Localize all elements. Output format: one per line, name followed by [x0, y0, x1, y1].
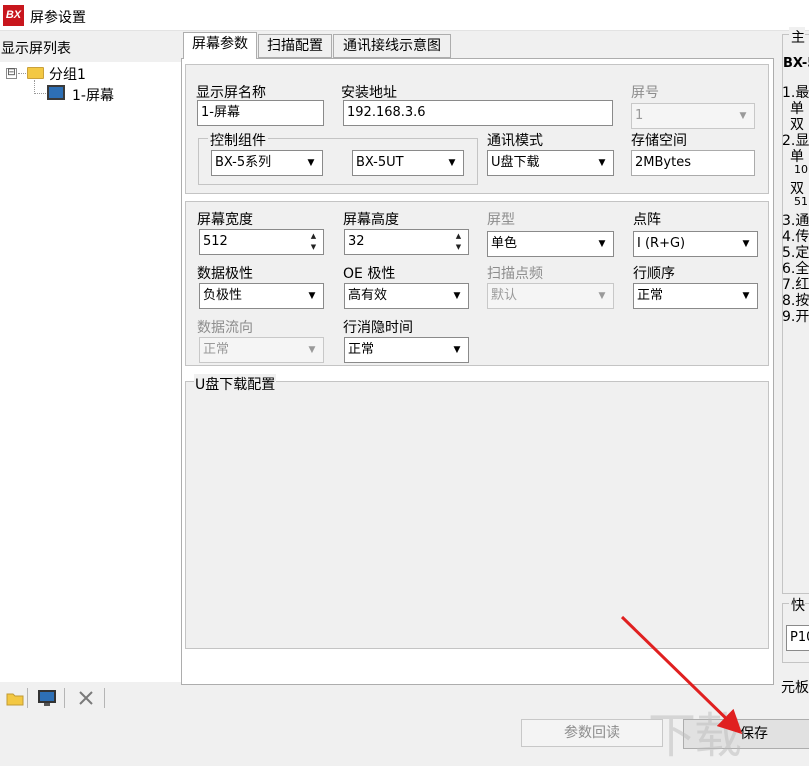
blank-time-select[interactable]: 正常 ▼ [344, 337, 469, 363]
tab-wiring-diagram[interactable]: 通讯接线示意图 [333, 34, 451, 58]
controller-model-value: BX-5UT [356, 155, 404, 170]
tree-collapse-toggle[interactable]: ⊟ [6, 68, 17, 79]
scan-frequency-select: 默认 ▼ [487, 283, 614, 309]
oe-polarity-label: OE 极性 [343, 266, 396, 282]
screen-tree[interactable]: ⊟ 分组1 1-屏幕 [0, 62, 181, 682]
data-flow-label: 数据流向 [197, 320, 253, 336]
info-line: 51 [794, 195, 808, 208]
tree-screen-label[interactable]: 1-屏幕 [72, 85, 114, 105]
window-title: 屏参设置 [30, 10, 86, 26]
chevron-down-icon: ▼ [739, 111, 747, 121]
info-panel-title: 主 [789, 27, 805, 47]
chevron-down-icon: ▼ [453, 345, 461, 355]
blank-time-value: 正常 [348, 342, 375, 357]
screen-width-label: 屏幕宽度 [197, 212, 253, 228]
screen-height-label: 屏幕高度 [343, 212, 399, 228]
control-group-label: 控制组件 [208, 130, 268, 150]
data-flow-value: 正常 [203, 342, 230, 357]
screen-list-title: 显示屏列表 [1, 41, 71, 57]
data-flow-select: 正常 ▼ [199, 337, 324, 363]
storage-value: 2MBytes [631, 150, 755, 176]
tab-content-panel: 显示屏名称 1-屏幕 安装地址 192.168.3.6 屏号 1 ▼ 控制组件 … [181, 58, 774, 685]
dot-matrix-label: 点阵 [633, 212, 661, 228]
watermark-text: 下载 [648, 708, 742, 764]
screen-number-label: 屏号 [631, 85, 659, 101]
screen-number-select: 1 ▼ [631, 103, 755, 129]
spin-arrows-icon[interactable]: ▲ ▼ [450, 231, 467, 253]
quick-setting-title: 快 [789, 595, 805, 615]
chevron-down-icon: ▼ [742, 291, 750, 301]
screen-width-stepper[interactable]: 512 ▲ ▼ [199, 229, 324, 255]
data-polarity-select[interactable]: 负极性 ▼ [199, 283, 324, 309]
screen-width-value: 512 [203, 234, 228, 249]
info-line: 9.开 [782, 309, 809, 325]
info-line: 10 [794, 163, 808, 176]
comm-mode-value: U盘下载 [491, 155, 540, 170]
install-address-label: 安装地址 [341, 85, 397, 101]
blank-time-label: 行消隐时间 [343, 320, 413, 336]
chevron-down-icon: ▼ [453, 291, 461, 301]
chevron-down-icon: ▼ [308, 345, 316, 355]
oe-polarity-value: 高有效 [348, 288, 388, 303]
screen-type-select[interactable]: 单色 ▼ [487, 231, 614, 257]
screen-number-value: 1 [635, 108, 644, 123]
row-order-label: 行顺序 [633, 266, 675, 282]
info-bx-heading: BX-5 [783, 56, 809, 71]
chevron-down-icon: ▼ [448, 158, 456, 168]
screen-height-value: 32 [348, 234, 365, 249]
read-params-button: 参数回读 [521, 719, 663, 747]
oe-polarity-select[interactable]: 高有效 ▼ [344, 283, 469, 309]
chevron-down-icon: ▼ [742, 239, 750, 249]
scan-frequency-value: 默认 [491, 288, 518, 303]
dot-matrix-value: I (R+G) [637, 236, 686, 251]
monitor-icon [47, 85, 65, 100]
comm-mode-select[interactable]: U盘下载 ▼ [487, 150, 614, 176]
comm-mode-label: 通讯模式 [487, 133, 543, 149]
controller-model-select[interactable]: BX-5UT ▼ [352, 150, 464, 176]
chevron-down-icon: ▼ [598, 291, 606, 301]
app-logo-icon: BX [3, 5, 24, 26]
data-polarity-value: 负极性 [203, 288, 243, 303]
chevron-down-icon: ▼ [307, 158, 315, 168]
tab-scan-config[interactable]: 扫描配置 [258, 34, 332, 58]
controller-series-select[interactable]: BX-5系列 ▼ [211, 150, 323, 176]
scan-frequency-label: 扫描点频 [487, 266, 543, 282]
chevron-down-icon: ▼ [598, 239, 606, 249]
close-icon[interactable] [76, 688, 96, 708]
screen-type-value: 单色 [491, 236, 518, 251]
chevron-down-icon: ▼ [308, 291, 316, 301]
tree-group-label[interactable]: 分组1 [49, 64, 86, 84]
tab-screen-params[interactable]: 屏幕参数 [183, 32, 257, 59]
row-order-value: 正常 [637, 288, 664, 303]
chevron-down-icon: ▼ [598, 158, 606, 168]
tab-strip: 屏幕参数 扫描配置 通讯接线示意图 [183, 32, 773, 59]
controller-series-value: BX-5系列 [215, 155, 272, 170]
screen-name-label: 显示屏名称 [196, 85, 266, 101]
screen-name-input[interactable]: 1-屏幕 [197, 100, 324, 126]
screen-height-stepper[interactable]: 32 ▲ ▼ [344, 229, 469, 255]
dot-matrix-select[interactable]: I (R+G) ▼ [633, 231, 758, 257]
quick-setting-select[interactable]: P10 [786, 625, 809, 651]
screen-info-group: 显示屏名称 1-屏幕 安装地址 192.168.3.6 屏号 1 ▼ 控制组件 … [185, 64, 769, 194]
storage-label: 存储空间 [631, 133, 687, 149]
screen-type-label: 屏型 [487, 212, 515, 228]
install-address-input[interactable]: 192.168.3.6 [343, 100, 613, 126]
row-order-select[interactable]: 正常 ▼ [633, 283, 758, 309]
title-bar: BX 屏参设置 [0, 0, 809, 31]
tree-toolbar [0, 684, 181, 714]
data-polarity-label: 数据极性 [197, 266, 253, 282]
folder-icon[interactable] [5, 688, 25, 708]
board-label: 元板 [781, 680, 809, 696]
folder-icon [27, 67, 44, 79]
udisk-config-title: U盘下载配置 [194, 374, 277, 394]
monitor-icon[interactable] [37, 688, 57, 708]
screen-list-panel: 显示屏列表 ⊟ 分组1 1-屏幕 [0, 32, 181, 751]
display-params-group: 屏幕宽度 512 ▲ ▼ 屏幕高度 32 ▲ ▼ 屏型 单色 ▼ 点阵 I (R+G… [185, 201, 769, 366]
info-panel: 主 BX-5 1.最 单 双 2.显 单 10 双 51 3.通 4.传 5.定… [780, 27, 809, 751]
udisk-config-group: U盘下载配置 [185, 374, 769, 649]
spin-arrows-icon[interactable]: ▲ ▼ [305, 231, 322, 253]
